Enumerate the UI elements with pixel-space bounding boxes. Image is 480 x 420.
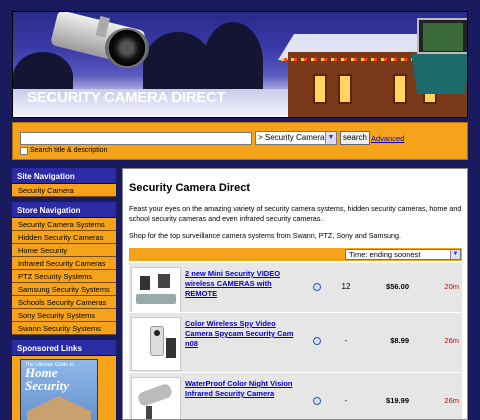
laptop-base (411, 54, 467, 94)
sidebar-item-home-security[interactable]: Home Security (12, 244, 116, 257)
watch-icon[interactable] (313, 283, 321, 291)
search-description-label: Search title & description (30, 147, 108, 154)
search-input[interactable] (20, 132, 252, 145)
sort-select[interactable]: Time: ending soonest ▼ (345, 249, 461, 260)
sponsored-links-heading: Sponsored Links (12, 340, 116, 356)
main-content: Security Camera Direct Feast your eyes o… (122, 168, 468, 420)
sidebar-item-sony-security-systems[interactable]: Sony Security Systems (12, 309, 116, 322)
page-title: Security Camera Direct (129, 182, 251, 194)
sponsored-ad[interactable]: The Ultimate Guide to Home Security (12, 356, 116, 420)
sidebar-item-infrared-security-cameras[interactable]: Infrared Security Cameras (12, 257, 116, 270)
listing-bids: 12 (341, 282, 351, 291)
listing-time-left: 20m (444, 282, 459, 291)
site-navigation-heading: Site Navigation (12, 168, 116, 184)
sort-bar: Time: ending soonest ▼ (129, 248, 462, 261)
sort-select-value: Time: ending soonest (349, 250, 421, 259)
category-select[interactable]: > Security Camera ▼ (255, 131, 337, 145)
sidebar-item-samsung-security-systems[interactable]: Samsung Security Systems (12, 283, 116, 296)
sidebar-item-schools-security-cameras[interactable]: Schools Security Cameras (12, 296, 116, 309)
listing-price: $19.99 (386, 396, 409, 405)
listing-bids: - (344, 336, 348, 345)
watch-icon[interactable] (313, 337, 321, 345)
page: { "banner": { "title": "SECURITY CAMERA … (0, 0, 480, 420)
sidebar-item-security-camera[interactable]: Security Camera (12, 184, 116, 197)
search-button[interactable]: search (340, 131, 370, 145)
laptop-image (417, 18, 467, 54)
chevron-down-icon: ▼ (325, 132, 336, 144)
category-select-value: > Security Camera (258, 133, 325, 142)
store-navigation-heading: Store Navigation (12, 202, 116, 218)
shop-text: Shop for the top surveillance camera sys… (129, 231, 402, 240)
listing-price: $56.00 (386, 282, 409, 291)
listing-thumbnail[interactable] (131, 377, 181, 419)
house-window (393, 74, 407, 104)
listing-title-link[interactable]: WaterProof Color Night Vision Infrared S… (185, 379, 303, 399)
search-bar: > Security Camera ▼ search Advanced Sear… (12, 122, 468, 160)
watch-icon[interactable] (313, 397, 321, 405)
house-window (313, 74, 327, 104)
listing-thumbnail[interactable] (131, 317, 181, 371)
listing-title-link[interactable]: Color Wireless Spy Video Camera Spycam S… (185, 319, 303, 349)
house-window (338, 74, 352, 104)
header-banner: SECURITY CAMERA DIRECT (12, 11, 468, 118)
listing-title-link[interactable]: 2 new Mini Security VIDEO wireless CAMER… (185, 269, 303, 299)
listing-row: WaterProof Color Night Vision Infrared S… (129, 372, 462, 419)
listing-time-left: 26m (444, 396, 459, 405)
listing-time-left: 26m (444, 336, 459, 345)
sidebar-item-hidden-security-cameras[interactable]: Hidden Security Cameras (12, 231, 116, 244)
listing-bids: - (344, 396, 348, 405)
chevron-down-icon: ▼ (450, 250, 460, 259)
sidebar-item-ptz-security-systems[interactable]: PTZ Security Systems (12, 270, 116, 283)
listing-row: 2 new Mini Security VIDEO wireless CAMER… (129, 262, 462, 313)
listing-row: Color Wireless Spy Video Camera Spycam S… (129, 312, 462, 372)
advanced-search-link[interactable]: Advanced (371, 134, 404, 143)
listing-thumbnail[interactable] (131, 267, 181, 313)
sidebar: Site Navigation Security Camera Store Na… (12, 168, 116, 420)
intro-text: Feast your eyes on the amazing variety o… (129, 204, 462, 223)
book-cover-image[interactable]: The Ultimate Guide to Home Security (20, 359, 98, 420)
sidebar-item-security-camera-systems[interactable]: Security Camera Systems (12, 218, 116, 231)
book-title: Home Security (25, 365, 70, 393)
sidebar-item-swann-security-systems[interactable]: Swann Security Systems (12, 322, 116, 335)
site-title: SECURITY CAMERA DIRECT (27, 89, 226, 106)
listing-price: $8.99 (390, 336, 409, 345)
house-illustration (27, 396, 91, 420)
search-description-checkbox[interactable] (20, 147, 28, 155)
camera-lens (105, 28, 149, 68)
